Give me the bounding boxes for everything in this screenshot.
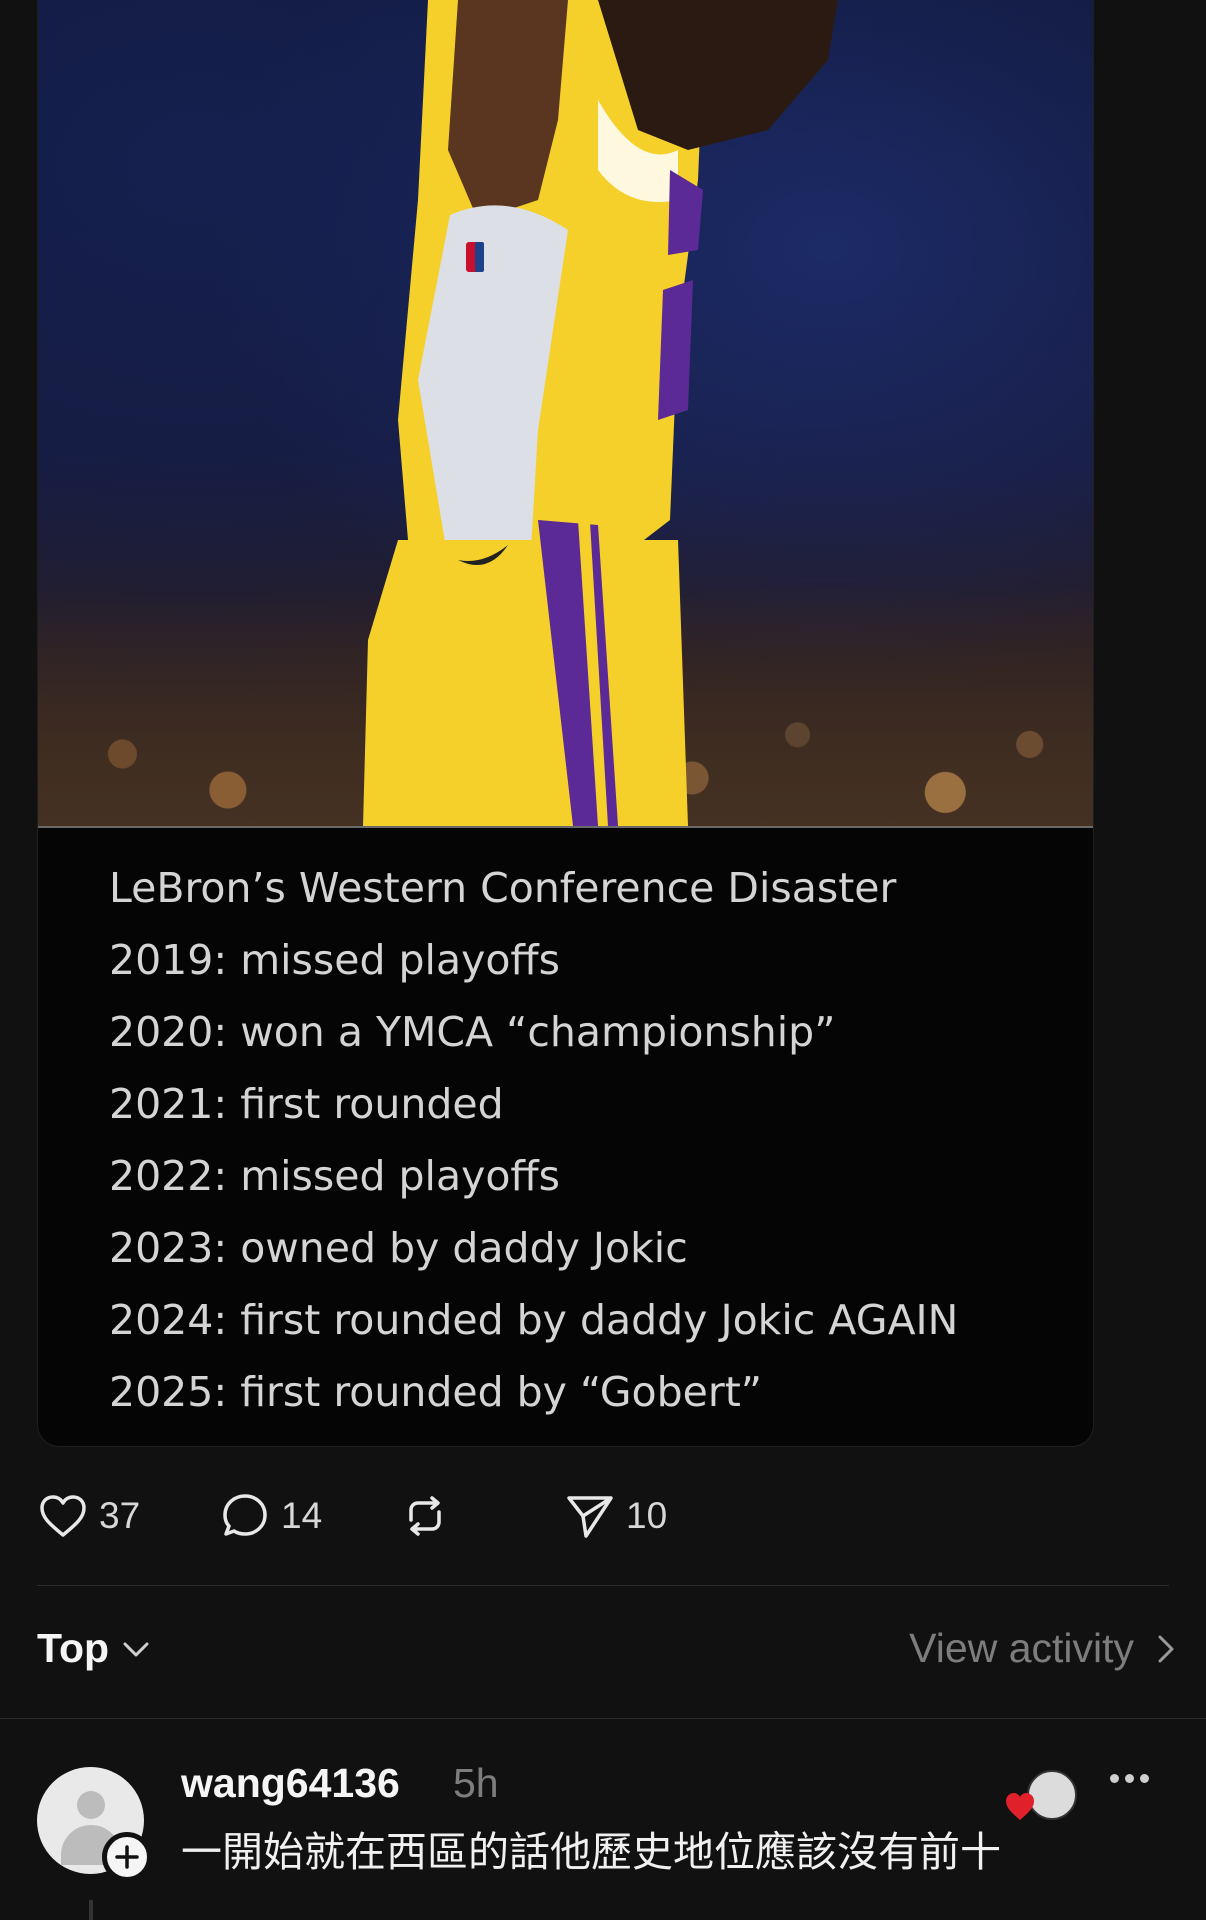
- post-caption-overlay: LeBron’s Western Conference Disaster 201…: [109, 852, 1069, 1428]
- comment-item[interactable]: wang64136 5h 一開始就在西區的話他歷史地位應該沒有前十: [37, 1760, 1187, 1920]
- dot-icon: [1125, 1774, 1134, 1783]
- more-options-button[interactable]: [1110, 1774, 1149, 1783]
- repost-icon: [409, 1496, 441, 1536]
- share-count: 10: [626, 1495, 668, 1536]
- overlay-line: 2020: won a YMCA “championship”: [109, 1008, 836, 1056]
- sort-dropdown[interactable]: Top: [37, 1625, 153, 1672]
- overlay-line: 2021: first rounded: [109, 1080, 504, 1128]
- sort-label: Top: [37, 1625, 110, 1671]
- chevron-down-icon: [123, 1642, 149, 1656]
- plus-icon: [115, 1845, 139, 1869]
- post-card[interactable]: LeBron’s Western Conference Disaster 201…: [37, 0, 1094, 1447]
- comment-icon: [223, 1494, 267, 1536]
- overlay-line: 2024: first rounded by daddy Jokic AGAIN: [109, 1296, 959, 1344]
- heart-badge-icon: [1006, 1793, 1034, 1820]
- reply-count: 14: [281, 1495, 323, 1536]
- overlay-line: 2025: first rounded by “Gobert”: [109, 1368, 763, 1416]
- comment-text: 一開始就在西區的話他歷史地位應該沒有前十: [181, 1828, 1001, 1876]
- divider: [37, 1585, 1169, 1586]
- post-actions: 37 14 10: [37, 1490, 737, 1542]
- send-icon: [567, 1496, 613, 1538]
- dot-icon: [1110, 1774, 1119, 1783]
- like-button[interactable]: 37: [37, 1490, 140, 1542]
- thread-line: [89, 1900, 93, 1920]
- repost-button[interactable]: [399, 1490, 451, 1542]
- view-activity-link[interactable]: View activity: [909, 1625, 1182, 1672]
- comment-username[interactable]: wang64136: [181, 1760, 400, 1807]
- dot-icon: [1140, 1774, 1149, 1783]
- comment-timestamp: 5h: [453, 1760, 499, 1806]
- like-count: 37: [99, 1495, 141, 1536]
- view-activity-label: View activity: [909, 1625, 1134, 1671]
- overlay-title: LeBron’s Western Conference Disaster: [109, 864, 897, 912]
- overlay-line: 2023: owned by daddy Jokic: [109, 1224, 688, 1272]
- player-figure: [363, 0, 838, 826]
- share-button[interactable]: 10: [564, 1490, 667, 1542]
- chevron-right-icon: [1158, 1635, 1174, 1662]
- divider: [0, 1718, 1206, 1719]
- follow-button[interactable]: [102, 1832, 152, 1882]
- heart-icon: [40, 1495, 86, 1537]
- post-image[interactable]: [38, 0, 1093, 828]
- reply-button[interactable]: 14: [219, 1490, 322, 1542]
- overlay-line: 2019: missed playoffs: [109, 936, 561, 984]
- avatar-head: [77, 1791, 105, 1819]
- overlay-line: 2022: missed playoffs: [109, 1152, 561, 1200]
